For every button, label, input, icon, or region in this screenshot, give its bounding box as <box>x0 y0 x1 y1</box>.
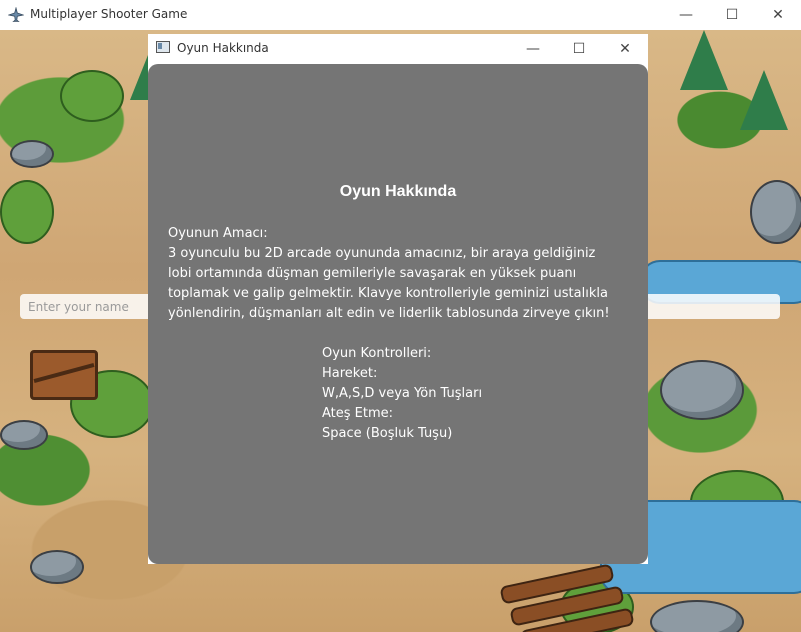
maximize-icon: ☐ <box>725 7 739 23</box>
crate-decoration <box>30 350 98 400</box>
tree-decoration <box>740 70 788 130</box>
window-icon <box>156 41 170 53</box>
maximize-icon: ☐ <box>572 41 586 57</box>
rock-decoration <box>10 140 54 168</box>
controls-title: Oyun Kontrolleri: <box>322 346 432 361</box>
aim-title: Oyunun Amacı: <box>168 226 268 241</box>
dialog-titlebar: Oyun Hakkında — ☐ ✕ <box>148 34 648 64</box>
dialog-title: Oyun Hakkında <box>177 41 269 55</box>
maximize-button[interactable]: ☐ <box>709 0 755 30</box>
rock-decoration <box>650 600 744 632</box>
dialog-maximize-button[interactable]: ☐ <box>556 34 602 64</box>
about-dialog: Oyun Hakkında — ☐ ✕ Oyun Hakkında Oyunun… <box>148 34 648 564</box>
rock-decoration <box>30 550 84 584</box>
rock-decoration <box>0 420 48 450</box>
aim-text: 3 oyunculu bu 2D arcade oyununda amacını… <box>168 246 610 321</box>
plane-icon <box>8 7 24 23</box>
close-icon: ✕ <box>772 7 784 23</box>
dialog-minimize-button[interactable]: — <box>510 34 556 64</box>
about-heading: Oyun Hakkında <box>339 183 457 200</box>
close-icon: ✕ <box>619 41 631 57</box>
rock-decoration <box>750 180 801 244</box>
main-window-title: Multiplayer Shooter Game <box>30 7 188 21</box>
move-keys: W,A,S,D veya Yön Tuşları <box>322 386 483 401</box>
rock-decoration <box>660 360 744 420</box>
close-button[interactable]: ✕ <box>755 0 801 30</box>
minimize-icon: — <box>526 41 540 57</box>
bush-decoration <box>60 70 124 122</box>
minimize-icon: — <box>679 7 693 23</box>
main-window-titlebar: Multiplayer Shooter Game — ☐ ✕ <box>0 0 801 30</box>
move-label: Hareket: <box>322 366 378 381</box>
fire-key: Space (Boşluk Tuşu) <box>322 426 453 441</box>
minimize-button[interactable]: — <box>663 0 709 30</box>
about-panel: Oyun Hakkında Oyunun Amacı: 3 oyunculu b… <box>148 64 648 564</box>
dialog-body: Oyun Hakkında Oyunun Amacı: 3 oyunculu b… <box>148 64 648 564</box>
fire-label: Ateş Etme: <box>322 406 394 421</box>
controls-section: Oyun Kontrolleri: Hareket: W,A,S,D veya … <box>322 344 482 444</box>
bush-decoration <box>0 180 54 244</box>
tree-decoration <box>680 30 728 90</box>
dialog-close-button[interactable]: ✕ <box>602 34 648 64</box>
